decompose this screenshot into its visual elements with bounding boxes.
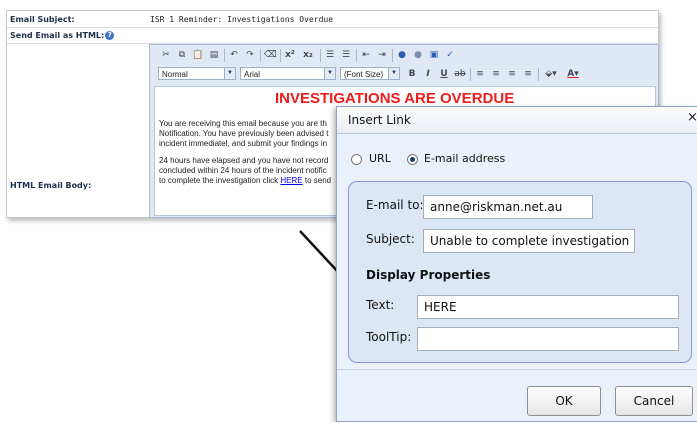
url-radio[interactable] (351, 154, 362, 165)
dialog-footer: OK Cancel (337, 369, 697, 421)
subject-label: Subject: (366, 232, 415, 246)
insert-link-dialog: Insert Link × URL E-mail address E-mail … (336, 106, 697, 422)
close-icon[interactable]: × (687, 110, 697, 125)
cancel-button[interactable]: Cancel (615, 386, 693, 416)
dialog-title: Insert Link (348, 113, 411, 127)
dialog-titlebar[interactable]: Insert Link × (337, 107, 697, 134)
display-properties-heading: Display Properties (366, 268, 491, 282)
text-input[interactable]: HERE (417, 295, 679, 319)
email-address-radio-label[interactable]: E-mail address (424, 152, 505, 165)
ok-button[interactable]: OK (527, 386, 601, 416)
tooltip-input[interactable] (417, 327, 679, 351)
email-address-radio[interactable] (407, 154, 418, 165)
email-to-input[interactable]: anne@riskman.net.au (423, 195, 593, 219)
url-radio-label[interactable]: URL (369, 152, 391, 165)
text-label: Text: (366, 298, 395, 312)
subject-input[interactable]: Unable to complete investigation (423, 229, 635, 253)
tooltip-label: ToolTip: (366, 330, 412, 344)
link-properties-group: E-mail to: anne@riskman.net.au Subject: … (348, 181, 692, 363)
email-to-label: E-mail to: (366, 198, 424, 212)
